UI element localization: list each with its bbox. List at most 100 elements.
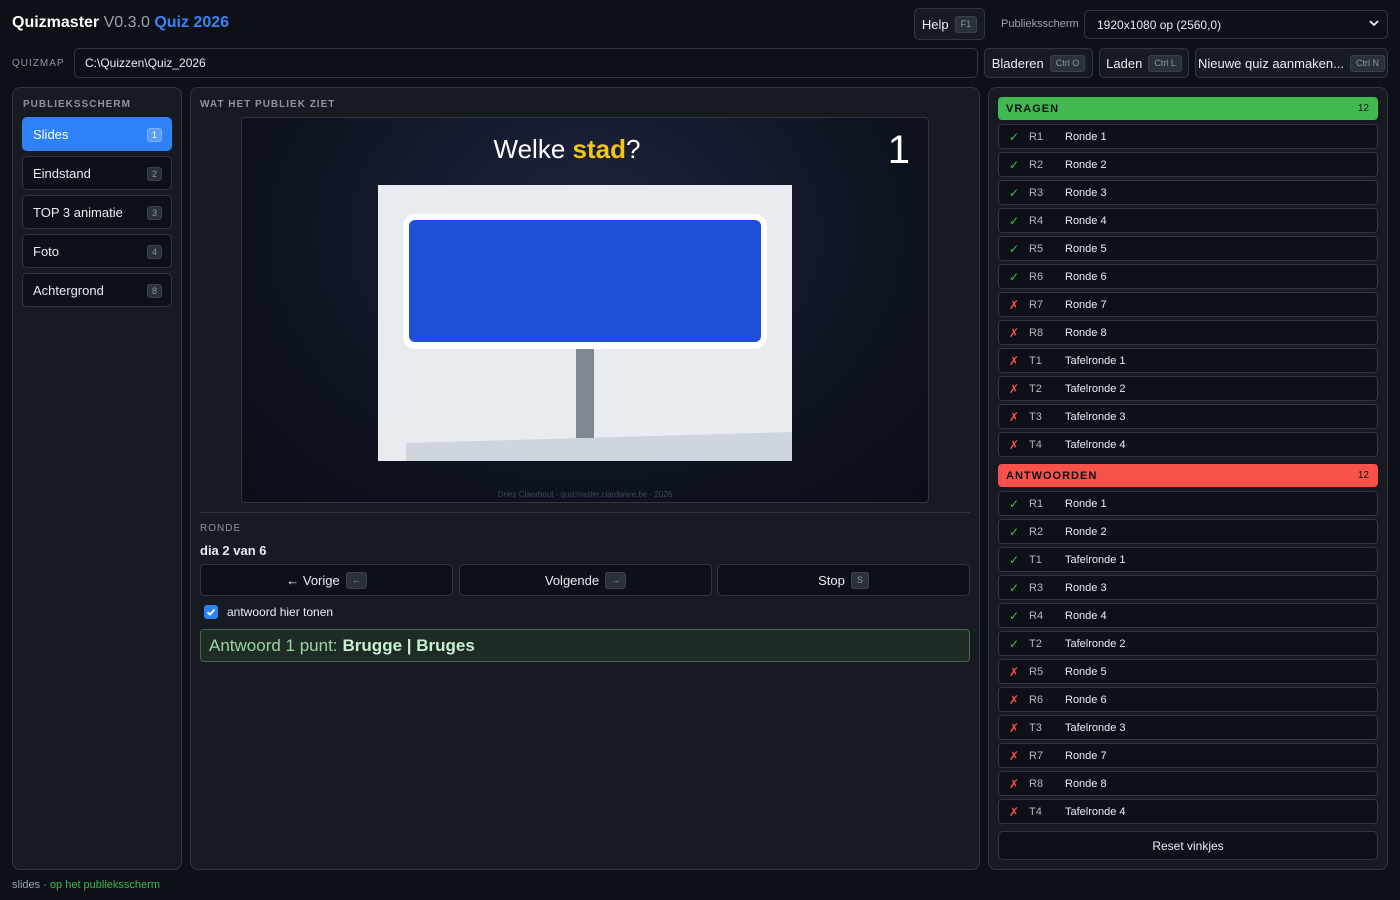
load-button[interactable]: Laden Ctrl L — [1099, 48, 1189, 78]
checklist-row[interactable]: ✓ R3 Ronde 3 — [998, 180, 1378, 205]
nav-item-shortcut: 3 — [146, 206, 162, 220]
answers-header: ANTWOORDEN 12 — [998, 464, 1378, 487]
show-answer-toggle[interactable]: antwoord hier tonen — [204, 605, 333, 619]
status-bar: slides · op het publieksscherm — [12, 879, 160, 891]
check-icon[interactable]: ✓ — [999, 158, 1029, 172]
round-label: Tafelronde 3 — [1065, 410, 1126, 423]
round-code: T3 — [1029, 721, 1042, 734]
round-code: T3 — [1029, 410, 1042, 423]
round-code: R6 — [1029, 270, 1044, 283]
chevron-down-icon — [1369, 20, 1379, 27]
check-icon[interactable]: ✓ — [999, 242, 1029, 256]
reset-button-label: Reset vinkjes — [1152, 838, 1224, 853]
checklist-row[interactable]: ✓ R3 Ronde 3 — [998, 575, 1378, 600]
checklist-row[interactable]: ✗ R8 Ronde 8 — [998, 771, 1378, 796]
check-icon[interactable]: ✓ — [999, 525, 1029, 539]
round-code: R2 — [1029, 525, 1044, 538]
browse-button[interactable]: Bladeren Ctrl O — [984, 48, 1093, 78]
slide-preview: Welke stad? 1 Dries Claerbout - quizmast… — [241, 117, 929, 503]
check-icon[interactable]: ✓ — [999, 609, 1029, 623]
cross-icon[interactable]: ✗ — [999, 410, 1029, 424]
checklist-row[interactable]: ✓ R6 Ronde 6 — [998, 264, 1378, 289]
nav-item-eindstand[interactable]: Eindstand 2 — [22, 156, 172, 190]
stop-shortcut: S — [850, 571, 869, 589]
nav-item-slides[interactable]: Slides 1 — [22, 117, 172, 151]
round-label: Tafelronde 4 — [1065, 438, 1126, 451]
slide-credit: Dries Claerbout - quizmaster.clardware.b… — [497, 490, 673, 499]
nav-item-shortcut: 2 — [146, 167, 162, 181]
checklist-row[interactable]: ✗ T2 Tafelronde 2 — [998, 376, 1378, 401]
nav-item-shortcut: 4 — [146, 245, 162, 259]
cross-icon[interactable]: ✗ — [999, 777, 1029, 791]
cross-icon[interactable]: ✗ — [999, 298, 1029, 312]
cross-icon[interactable]: ✗ — [999, 749, 1029, 763]
cross-icon[interactable]: ✗ — [999, 693, 1029, 707]
new-quiz-button[interactable]: Nieuwe quiz aanmaken... Ctrl N — [1195, 48, 1388, 78]
nav-item-achtergrond[interactable]: Achtergrond 8 — [22, 273, 172, 307]
round-label: Ronde 8 — [1065, 777, 1107, 790]
cross-icon[interactable]: ✗ — [999, 354, 1029, 368]
status-mode: slides — [12, 879, 41, 891]
stop-button[interactable]: Stop S — [717, 564, 970, 596]
previous-button[interactable]: ← Vorige ← — [200, 564, 453, 596]
nav-item-label: Foto — [33, 243, 60, 259]
round-label: Ronde 6 — [1065, 270, 1107, 283]
load-button-label: Laden — [1106, 55, 1143, 71]
next-button[interactable]: Volgende → — [459, 564, 712, 596]
public-screen-select[interactable]: 1920x1080 op (2560,0) — [1084, 10, 1388, 39]
check-icon[interactable]: ✓ — [999, 130, 1029, 144]
checkbox-icon[interactable] — [204, 605, 218, 619]
round-label: Ronde 8 — [1065, 326, 1107, 339]
checklist-row[interactable]: ✗ R7 Ronde 7 — [998, 292, 1378, 317]
round-label: Ronde 5 — [1065, 242, 1107, 255]
cross-icon[interactable]: ✗ — [999, 665, 1029, 679]
checklist-row[interactable]: ✗ T3 Tafelronde 3 — [998, 404, 1378, 429]
check-icon[interactable]: ✓ — [999, 270, 1029, 284]
cross-icon[interactable]: ✗ — [999, 382, 1029, 396]
nav-item-foto[interactable]: Foto 4 — [22, 234, 172, 268]
cross-icon[interactable]: ✗ — [999, 805, 1029, 819]
checklist-row[interactable]: ✗ R5 Ronde 5 — [998, 659, 1378, 684]
checklist-row[interactable]: ✓ R5 Ronde 5 — [998, 236, 1378, 261]
checklist-row[interactable]: ✓ R2 Ronde 2 — [998, 152, 1378, 177]
answer-value: Brugge | Bruges — [342, 635, 475, 655]
help-button[interactable]: Help F1 — [914, 8, 985, 40]
nav-item-shortcut: 8 — [146, 284, 162, 298]
checklist-row[interactable]: ✗ R8 Ronde 8 — [998, 320, 1378, 345]
reset-checkmarks-button[interactable]: Reset vinkjes — [998, 831, 1378, 860]
checklist-row[interactable]: ✗ R7 Ronde 7 — [998, 743, 1378, 768]
checklist-row[interactable]: ✗ T4 Tafelronde 4 — [998, 432, 1378, 457]
quiz-name: Quiz 2026 — [154, 14, 230, 31]
checklist-row[interactable]: ✓ T1 Tafelronde 1 — [998, 547, 1378, 572]
checklist-row[interactable]: ✗ T4 Tafelronde 4 — [998, 799, 1378, 824]
checklist-row[interactable]: ✓ T2 Tafelronde 2 — [998, 631, 1378, 656]
show-answer-label: antwoord hier tonen — [227, 605, 334, 619]
round-code: R3 — [1029, 581, 1044, 594]
round-code: R1 — [1029, 130, 1044, 143]
checklist-row[interactable]: ✗ R6 Ronde 6 — [998, 687, 1378, 712]
nav-item-top3-animatie[interactable]: TOP 3 animatie 3 — [22, 195, 172, 229]
checklist-row[interactable]: ✗ T1 Tafelronde 1 — [998, 348, 1378, 373]
check-icon[interactable]: ✓ — [999, 186, 1029, 200]
cross-icon[interactable]: ✗ — [999, 721, 1029, 735]
next-button-label: Volgende — [544, 572, 600, 588]
checklist-row[interactable]: ✓ R2 Ronde 2 — [998, 519, 1378, 544]
check-icon[interactable]: ✓ — [999, 581, 1029, 595]
check-icon[interactable]: ✓ — [999, 553, 1029, 567]
checklist-row[interactable]: ✓ R1 Ronde 1 — [998, 124, 1378, 149]
check-icon[interactable]: ✓ — [999, 637, 1029, 651]
checklist-row[interactable]: ✓ R4 Ronde 4 — [998, 208, 1378, 233]
answer-prefix: Antwoord 1 punt: — [209, 635, 338, 655]
cross-icon[interactable]: ✗ — [999, 326, 1029, 340]
public-screen-panel-title: PUBLIEKSSCHERM — [23, 99, 131, 110]
checklist-row[interactable]: ✗ T3 Tafelronde 3 — [998, 715, 1378, 740]
checklist-row[interactable]: ✓ R4 Ronde 4 — [998, 603, 1378, 628]
checklist-row[interactable]: ✓ R1 Ronde 1 — [998, 491, 1378, 516]
round-label: Ronde 7 — [1065, 749, 1107, 762]
round-label: Ronde 4 — [1065, 214, 1107, 227]
quizmap-path-input[interactable]: C:\Quizzen\Quiz_2026 — [74, 48, 978, 78]
check-icon[interactable]: ✓ — [999, 497, 1029, 511]
check-icon[interactable]: ✓ — [999, 214, 1029, 228]
cross-icon[interactable]: ✗ — [999, 438, 1029, 452]
round-label: Tafelronde 1 — [1065, 354, 1126, 367]
